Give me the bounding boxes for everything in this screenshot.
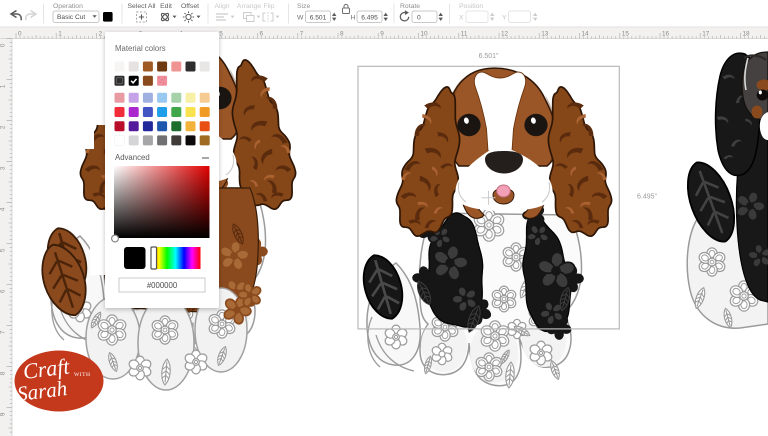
svg-text:6.495: 6.495 bbox=[361, 14, 378, 21]
svg-text:Flip: Flip bbox=[264, 3, 275, 10]
svg-text:1: 1 bbox=[58, 31, 62, 38]
svg-text:2: 2 bbox=[0, 125, 7, 129]
svg-text:11: 11 bbox=[461, 31, 468, 38]
svg-text:Arrange: Arrange bbox=[237, 3, 261, 10]
svg-text:Align: Align bbox=[214, 3, 229, 10]
svg-text:W: W bbox=[297, 15, 304, 22]
svg-text:0: 0 bbox=[18, 31, 22, 38]
svg-text:2: 2 bbox=[99, 31, 103, 38]
svg-text:Material colors: Material colors bbox=[115, 44, 166, 53]
svg-text:10: 10 bbox=[421, 31, 429, 38]
svg-text:15: 15 bbox=[622, 31, 630, 38]
svg-text:5: 5 bbox=[219, 31, 223, 38]
svg-text:6.501: 6.501 bbox=[310, 14, 327, 21]
svg-text:Operation: Operation bbox=[53, 3, 83, 10]
svg-text:8: 8 bbox=[340, 31, 344, 38]
svg-text:Edit: Edit bbox=[160, 3, 172, 10]
svg-text:#000000: #000000 bbox=[147, 281, 178, 290]
svg-text:X: X bbox=[459, 15, 464, 22]
svg-text:Size: Size bbox=[297, 3, 310, 10]
svg-text:7: 7 bbox=[300, 31, 304, 38]
svg-text:3: 3 bbox=[0, 166, 7, 170]
svg-text:7: 7 bbox=[0, 330, 7, 334]
svg-text:Advanced: Advanced bbox=[115, 153, 150, 162]
svg-text:Y: Y bbox=[502, 15, 507, 22]
svg-text:H: H bbox=[351, 15, 356, 22]
svg-text:Offset: Offset bbox=[181, 3, 199, 10]
svg-text:8: 8 bbox=[0, 371, 7, 375]
svg-text:6: 6 bbox=[0, 289, 7, 293]
svg-text:1: 1 bbox=[0, 84, 7, 88]
svg-text:14: 14 bbox=[582, 31, 590, 38]
svg-text:0: 0 bbox=[0, 43, 7, 47]
svg-text:6: 6 bbox=[260, 31, 264, 38]
svg-text:9: 9 bbox=[0, 412, 7, 416]
svg-text:16: 16 bbox=[662, 31, 670, 38]
svg-text:6.501”: 6.501” bbox=[479, 53, 500, 60]
svg-text:5: 5 bbox=[0, 248, 7, 252]
svg-text:12: 12 bbox=[501, 31, 509, 38]
svg-text:18: 18 bbox=[743, 31, 751, 38]
svg-text:Position: Position bbox=[459, 3, 483, 10]
svg-text:17: 17 bbox=[702, 31, 710, 38]
svg-text:Basic Cut: Basic Cut bbox=[57, 14, 85, 21]
svg-text:9: 9 bbox=[380, 31, 384, 38]
svg-text:4: 4 bbox=[0, 207, 7, 211]
svg-text:0: 0 bbox=[417, 14, 421, 21]
svg-text:13: 13 bbox=[541, 31, 549, 38]
svg-text:6.495”: 6.495” bbox=[637, 194, 658, 201]
svg-text:Rotate: Rotate bbox=[400, 3, 420, 10]
svg-text:WITH: WITH bbox=[74, 372, 91, 378]
svg-text:Select All: Select All bbox=[128, 3, 156, 10]
